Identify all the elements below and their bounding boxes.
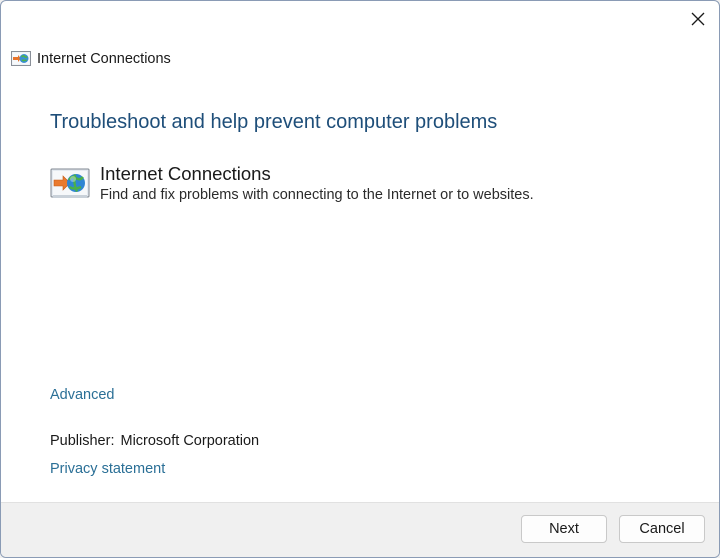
advanced-link[interactable]: Advanced (50, 387, 115, 403)
troubleshooter-description: Find and fix problems with connecting to… (100, 187, 534, 203)
internet-connections-small-icon (11, 51, 31, 66)
privacy-statement-link[interactable]: Privacy statement (50, 461, 165, 477)
publisher-label: Publisher: (50, 433, 115, 449)
troubleshooter-window: Internet Connections Troubleshoot and he… (0, 0, 720, 558)
window-title: Internet Connections (37, 51, 171, 67)
troubleshooter-title[interactable]: Internet Connections (100, 163, 534, 185)
publisher-value: Microsoft Corporation (120, 433, 260, 449)
next-button[interactable]: Next (521, 515, 607, 543)
internet-connections-icon (50, 168, 90, 198)
troubleshooter-entry: Internet Connections Find and fix proble… (50, 163, 534, 203)
cancel-button[interactable]: Cancel (619, 515, 705, 543)
close-button[interactable] (683, 5, 713, 33)
close-icon (691, 12, 705, 26)
dialog-footer: Next Cancel (1, 502, 719, 557)
window-title-bar: Internet Connections (11, 49, 171, 69)
publisher-info: Publisher: Microsoft Corporation (50, 433, 259, 449)
page-heading: Troubleshoot and help prevent computer p… (50, 111, 498, 133)
